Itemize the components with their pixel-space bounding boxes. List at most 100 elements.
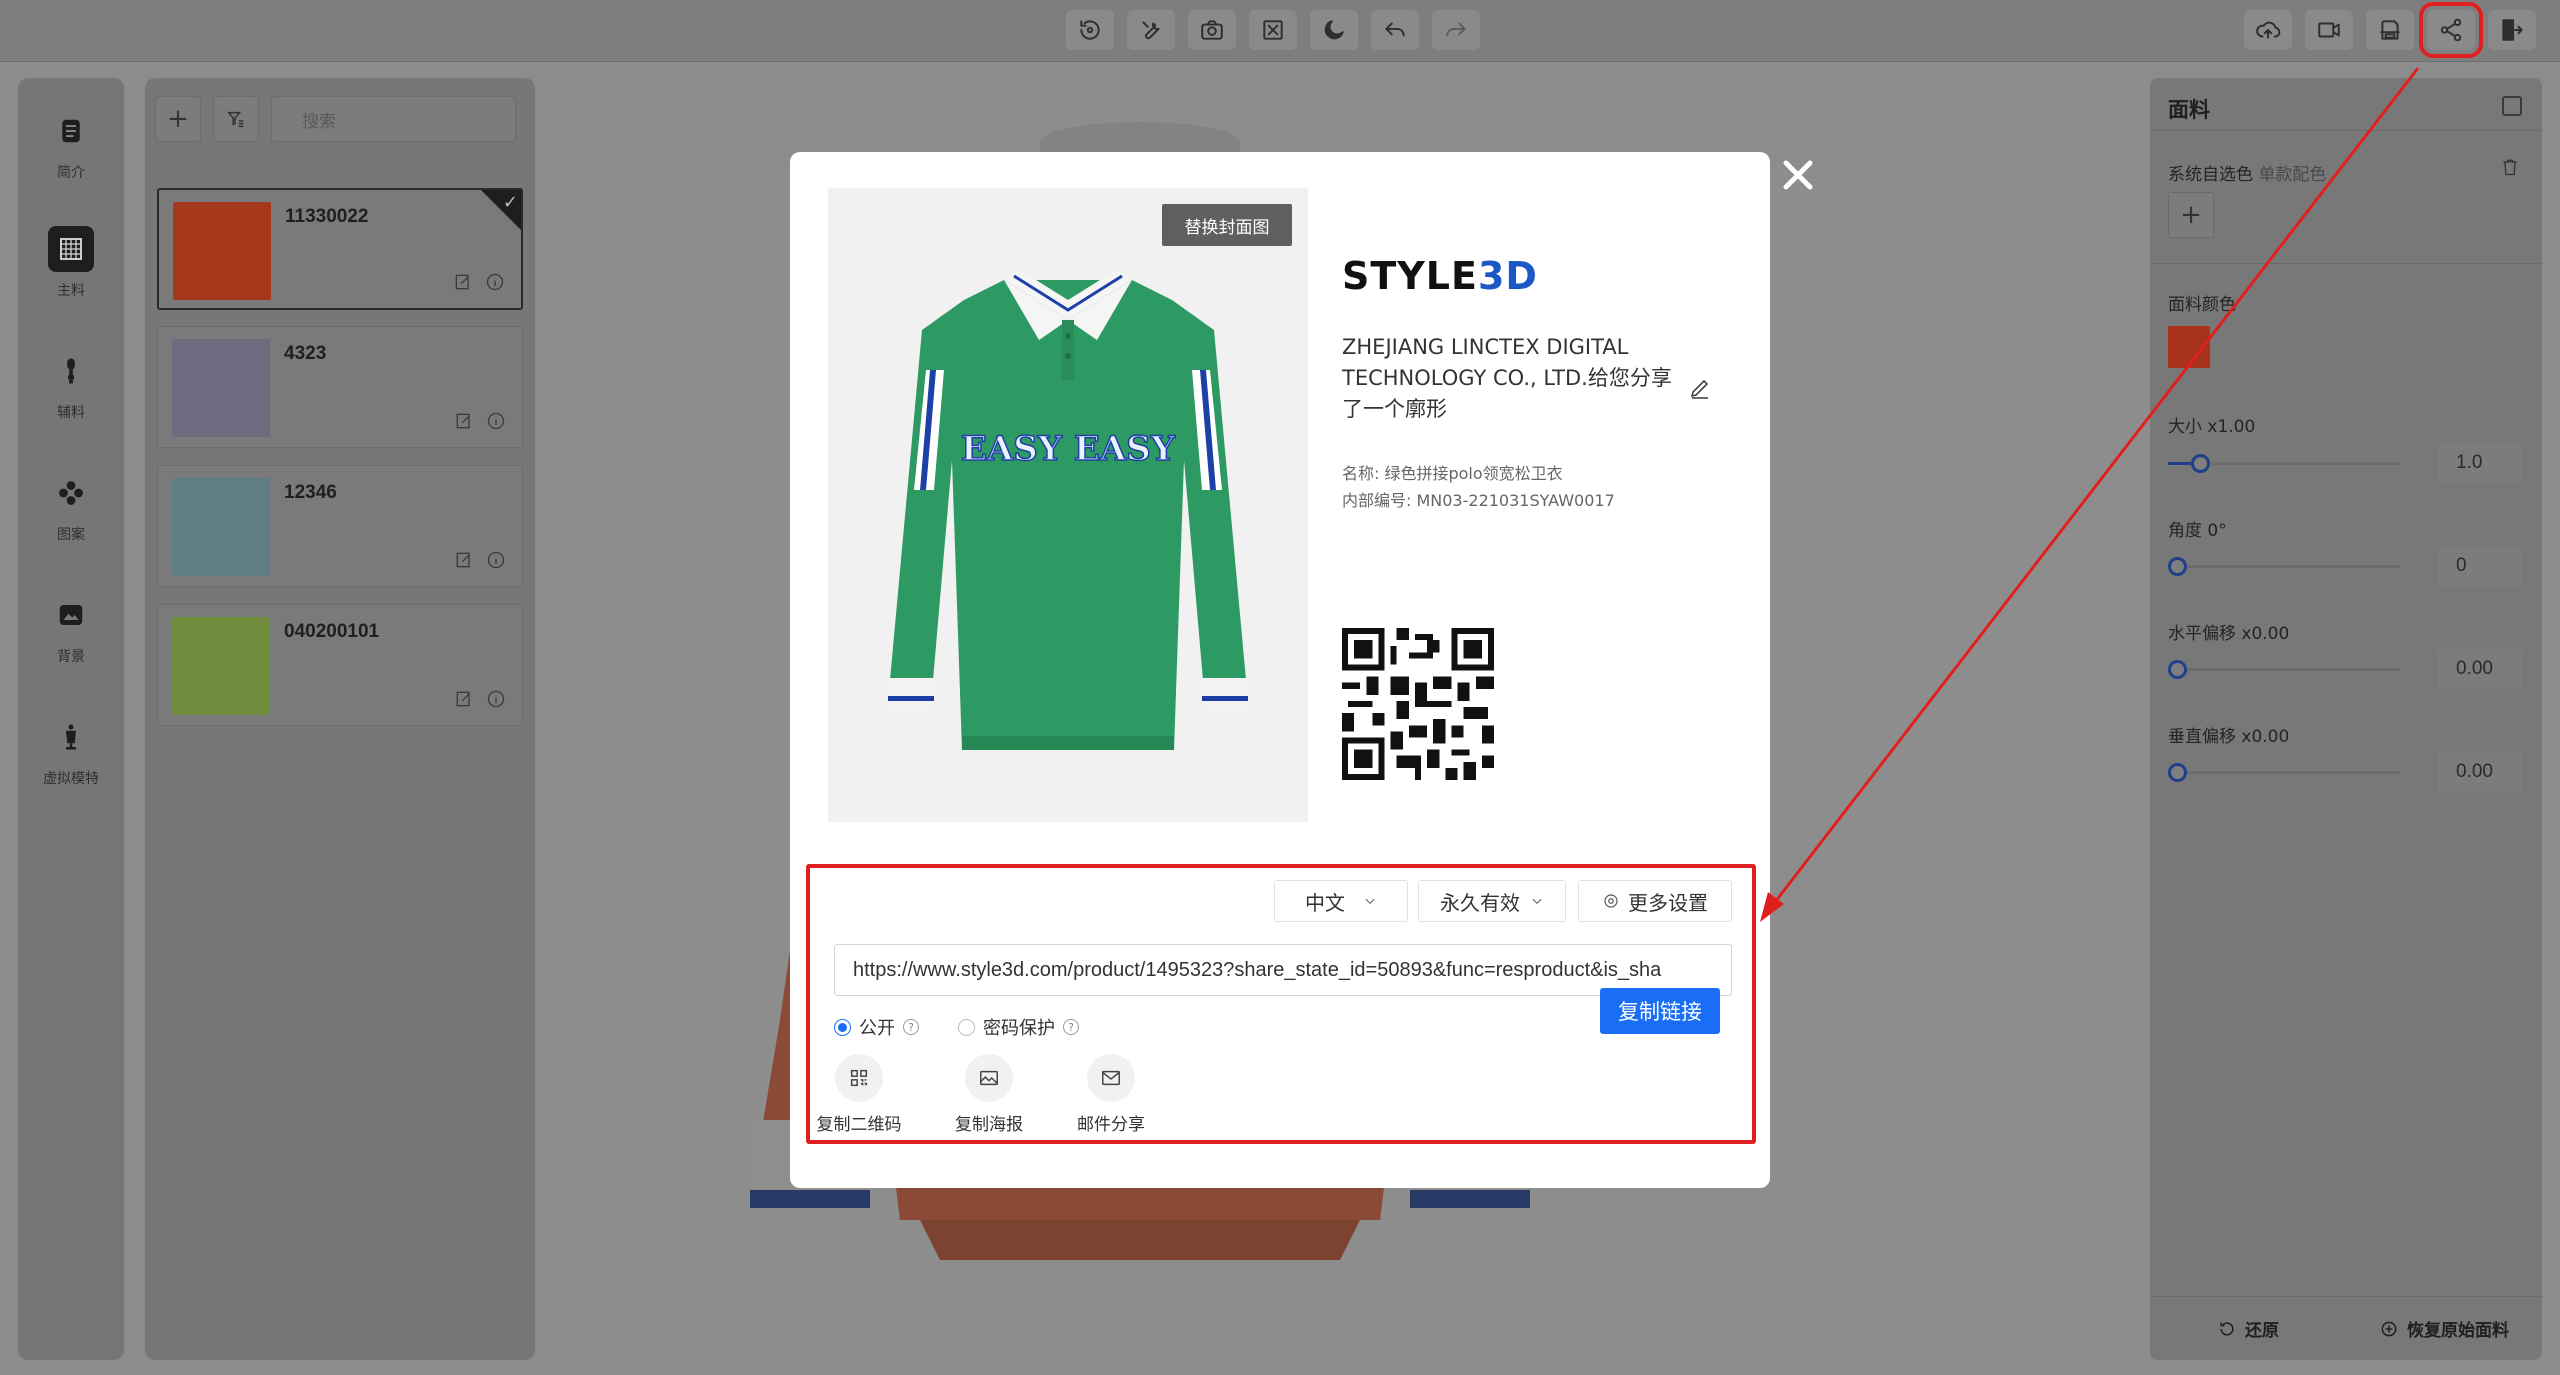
sidebar-item-intro[interactable]: 简介	[18, 108, 124, 182]
exit-button[interactable]	[2488, 10, 2536, 50]
sidebar-item-trims[interactable]: 辅料	[18, 348, 124, 422]
slider-knob[interactable]	[2191, 454, 2210, 473]
delete-button[interactable]	[2500, 156, 2520, 182]
material-swatch	[172, 339, 270, 437]
restore-label: 恢复原始面料	[2407, 1321, 2509, 1341]
redo-button[interactable]	[1432, 10, 1480, 50]
mail-icon	[1102, 1070, 1120, 1086]
password-radio[interactable]	[958, 1018, 975, 1036]
add-color-button[interactable]: +	[2168, 192, 2214, 238]
slider-knob[interactable]	[2168, 557, 2187, 576]
document-icon	[62, 119, 80, 143]
copy-qrcode-option[interactable]: 复制二维码	[804, 1054, 914, 1135]
chevron-down-icon	[1365, 898, 1375, 904]
undo-icon	[1385, 22, 1405, 37]
share-option-label: 复制二维码	[816, 1115, 902, 1135]
add-material-button[interactable]: +	[155, 96, 201, 142]
night-mode-icon	[1324, 20, 1344, 40]
collapse-panel-icon[interactable]	[2502, 96, 2522, 116]
share-button[interactable]	[2419, 2, 2483, 58]
language-value: 中文	[1305, 890, 1345, 915]
undo-button[interactable]	[1371, 10, 1419, 50]
copy-link-button[interactable]: 复制链接	[1600, 988, 1720, 1034]
cloud-upload-button[interactable]	[2244, 10, 2292, 50]
info-icon[interactable]	[486, 411, 506, 431]
material-card[interactable]: 040200101	[157, 604, 523, 726]
material-name: 12346	[284, 482, 337, 503]
vertical-offset-input[interactable]: 0.00	[2438, 752, 2522, 792]
plus-icon: +	[167, 104, 189, 134]
material-card[interactable]: 4323	[157, 326, 523, 448]
night-mode-button[interactable]	[1310, 10, 1358, 50]
material-card[interactable]: 12346	[157, 465, 523, 587]
copy-poster-option[interactable]: 复制海报	[934, 1054, 1044, 1135]
share-option-label: 邮件分享	[1077, 1115, 1145, 1135]
reset-label: 还原	[2245, 1321, 2279, 1341]
gear-icon	[1604, 894, 1618, 908]
password-option[interactable]: 密码保护 ?	[958, 1014, 1079, 1040]
edit-share-text-button[interactable]	[1688, 376, 1712, 404]
info-icon[interactable]	[486, 550, 506, 570]
sidebar-item-label: 辅料	[57, 405, 85, 421]
edit-icon[interactable]	[454, 689, 474, 709]
help-icon[interactable]: ?	[1063, 1019, 1079, 1035]
shirt-print-text: EASY EASY	[961, 429, 1176, 469]
email-share-option[interactable]: 邮件分享	[1056, 1054, 1166, 1135]
rotate-view-button[interactable]	[1066, 10, 1114, 50]
edit-icon[interactable]	[454, 550, 474, 570]
cloud-upload-icon	[2256, 21, 2281, 39]
size-input[interactable]: 1.0	[2438, 443, 2522, 483]
sidebar-item-background[interactable]: 背景	[18, 592, 124, 666]
sidebar-item-pattern[interactable]: 图案	[18, 470, 124, 544]
info-icon[interactable]	[485, 272, 505, 292]
reset-button[interactable]: 还原	[2150, 1297, 2346, 1360]
rotate-view-icon	[1080, 20, 1100, 40]
info-icon[interactable]	[486, 689, 506, 709]
language-select[interactable]: 中文	[1274, 880, 1408, 922]
material-search-input[interactable]: 搜索	[271, 96, 516, 142]
save-button[interactable]	[2366, 10, 2414, 50]
restore-original-button[interactable]: 恢复原始面料	[2346, 1297, 2542, 1360]
angle-slider[interactable]: 0	[2168, 546, 2524, 586]
public-option[interactable]: 公开 ?	[834, 1014, 919, 1040]
view-tools	[1066, 10, 1480, 50]
screenshot-button[interactable]	[1188, 10, 1236, 50]
edit-icon[interactable]	[453, 272, 473, 292]
tool-button[interactable]	[1127, 10, 1175, 50]
share-settings-section: 中文 永久有效 更多设置 https://www.style3d.com/pro…	[806, 864, 1756, 1144]
garment-name: 名称: 绿色拼接polo领宽松卫衣	[1342, 464, 1563, 483]
sidebar-item-label: 图案	[57, 527, 85, 543]
replace-cover-button[interactable]: 替换封面图	[1162, 204, 1292, 246]
public-radio[interactable]	[834, 1018, 851, 1036]
sidebar-item-avatar[interactable]: 虚拟模特	[18, 714, 124, 788]
edit-icon[interactable]	[454, 411, 474, 431]
share-url-field[interactable]: https://www.style3d.com/product/1495323?…	[834, 944, 1732, 996]
fabric-grid-icon	[60, 238, 82, 260]
sidebar-item-label: 背景	[57, 649, 85, 665]
close-dialog-button[interactable]	[1781, 158, 1815, 192]
slider-knob[interactable]	[2168, 763, 2187, 782]
more-settings-button[interactable]: 更多设置	[1578, 880, 1732, 922]
video-button[interactable]	[2305, 10, 2353, 50]
horizontal-offset-slider[interactable]: 0.00	[2168, 649, 2524, 689]
material-toolbar: + 搜索	[155, 96, 516, 142]
share-option-label: 复制海报	[955, 1115, 1023, 1135]
size-slider[interactable]: 1.0	[2168, 443, 2524, 483]
exit-icon	[2502, 19, 2523, 41]
sharer-text: ZHEJIANG LINCTEX DIGITAL TECHNOLOGY CO.,…	[1342, 335, 1672, 421]
angle-input[interactable]: 0	[2438, 546, 2522, 586]
filter-icon	[227, 111, 244, 128]
restore-icon	[2381, 1321, 2397, 1336]
material-swatch	[173, 202, 271, 300]
angle-label: 角度 0°	[2168, 521, 2227, 541]
help-icon[interactable]: ?	[903, 1019, 919, 1035]
sidebar-item-main-fabric[interactable]: 主料	[18, 226, 124, 300]
fabric-color-swatch[interactable]	[2168, 326, 2210, 368]
slider-knob[interactable]	[2168, 660, 2187, 679]
vertical-offset-slider[interactable]: 0.00	[2168, 752, 2524, 792]
fit-screen-button[interactable]	[1249, 10, 1297, 50]
validity-select[interactable]: 永久有效	[1418, 880, 1566, 922]
horizontal-offset-input[interactable]: 0.00	[2438, 649, 2522, 689]
filter-button[interactable]	[213, 96, 259, 142]
material-card[interactable]: 11330022 ✓	[157, 188, 523, 310]
